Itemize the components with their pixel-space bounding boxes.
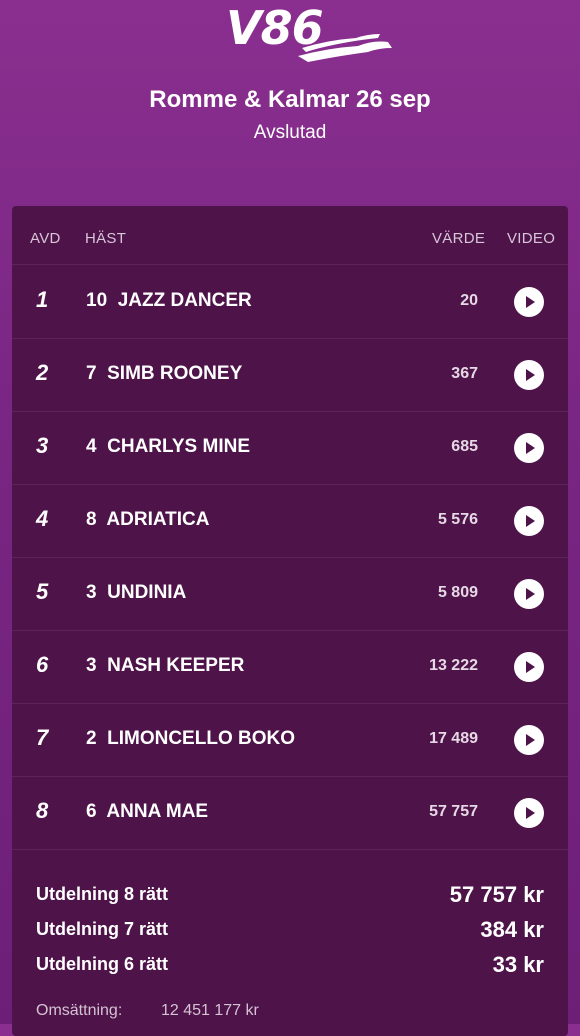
leg-number: 1 xyxy=(36,287,49,312)
play-video-button[interactable] xyxy=(514,287,544,317)
horse-value: 5 809 xyxy=(437,584,478,601)
results-card: AVD HÄST VÄRDE VIDEO 1 10 JAZZ DANCER 20 2 7… xyxy=(12,206,568,1036)
play-icon xyxy=(526,296,535,308)
horse-name: 10 JAZZ DANCER xyxy=(86,290,252,311)
play-video-button[interactable] xyxy=(514,433,544,463)
play-video-button[interactable] xyxy=(514,725,544,755)
payout-label-7: Utdelning 7 rätt xyxy=(36,919,169,939)
horse-value: 367 xyxy=(451,365,478,382)
horse-name: 7 SIMB ROONEY xyxy=(86,363,243,384)
play-video-button[interactable] xyxy=(514,360,544,390)
table-row: 2 7 SIMB ROONEY 367 xyxy=(12,338,568,412)
horse-value: 20 xyxy=(460,292,478,309)
payout-amount-7: 384 kr xyxy=(480,917,544,942)
horse-value: 685 xyxy=(451,438,478,455)
leg-number: 6 xyxy=(36,652,49,677)
payout-label-8: Utdelning 8 rätt xyxy=(36,884,169,904)
status-text: Avslutad xyxy=(253,122,327,143)
table-header: AVD HÄST VÄRDE VIDEO xyxy=(12,206,568,265)
column-header-video: VIDEO xyxy=(507,230,556,247)
v86-logo: V86 xyxy=(226,2,396,70)
leg-number: 3 xyxy=(36,433,49,458)
turnover-value: 12 451 177 kr xyxy=(161,1002,259,1019)
horse-value: 17 489 xyxy=(429,730,478,747)
play-icon xyxy=(526,661,535,673)
horse-value: 57 757 xyxy=(429,803,478,820)
table-row: 1 10 JAZZ DANCER 20 xyxy=(12,265,568,339)
horse-value: 13 222 xyxy=(429,657,478,674)
play-video-button[interactable] xyxy=(514,798,544,828)
play-video-button[interactable] xyxy=(514,652,544,682)
leg-number: 4 xyxy=(36,506,49,531)
turnover-label: Omsättning: xyxy=(36,1002,123,1019)
table-row: 8 6 ANNA MAE 57 757 xyxy=(12,776,568,850)
horse-name: 4 CHARLYS MINE xyxy=(86,436,250,457)
payout-amount-6: 33 kr xyxy=(492,952,544,977)
horse-name: 6 ANNA MAE xyxy=(86,801,209,822)
horse-name: 8 ADRIATICA xyxy=(86,509,210,530)
horse-name: 2 LIMONCELLO BOKO xyxy=(86,728,295,749)
horse-name: 3 UNDINIA xyxy=(86,582,187,603)
header: V86 Romme & Kalmar 26 sep Avslutad xyxy=(0,0,580,206)
play-icon xyxy=(526,807,535,819)
play-video-button[interactable] xyxy=(514,579,544,609)
leg-number: 7 xyxy=(36,725,49,750)
play-icon xyxy=(526,442,535,454)
horse-value: 5 576 xyxy=(437,511,478,528)
table-row: 6 3 NASH KEEPER 13 222 xyxy=(12,630,568,704)
leg-number: 5 xyxy=(36,579,49,604)
column-header-varde: VÄRDE xyxy=(432,230,486,247)
table-row: 7 2 LIMONCELLO BOKO 17 489 xyxy=(12,703,568,777)
column-header-hast: HÄST xyxy=(85,230,127,247)
page-title: Romme & Kalmar 26 sep xyxy=(149,86,431,113)
payout-amount-8: 57 757 kr xyxy=(449,882,544,907)
table-row: 3 4 CHARLYS MINE 685 xyxy=(12,411,568,485)
table-row: 4 8 ADRIATICA 5 576 xyxy=(12,484,568,558)
play-icon xyxy=(526,734,535,746)
horse-logo-icon xyxy=(298,34,392,62)
play-video-button[interactable] xyxy=(514,506,544,536)
horse-name: 3 NASH KEEPER xyxy=(86,655,245,676)
table-row: 5 3 UNDINIA 5 809 xyxy=(12,557,568,631)
play-icon xyxy=(526,369,535,381)
payout-label-6: Utdelning 6 rätt xyxy=(36,954,169,974)
column-header-avd: AVD xyxy=(30,230,61,247)
leg-number: 2 xyxy=(36,360,49,385)
play-icon xyxy=(526,588,535,600)
leg-number: 8 xyxy=(36,798,49,823)
play-icon xyxy=(526,515,535,527)
